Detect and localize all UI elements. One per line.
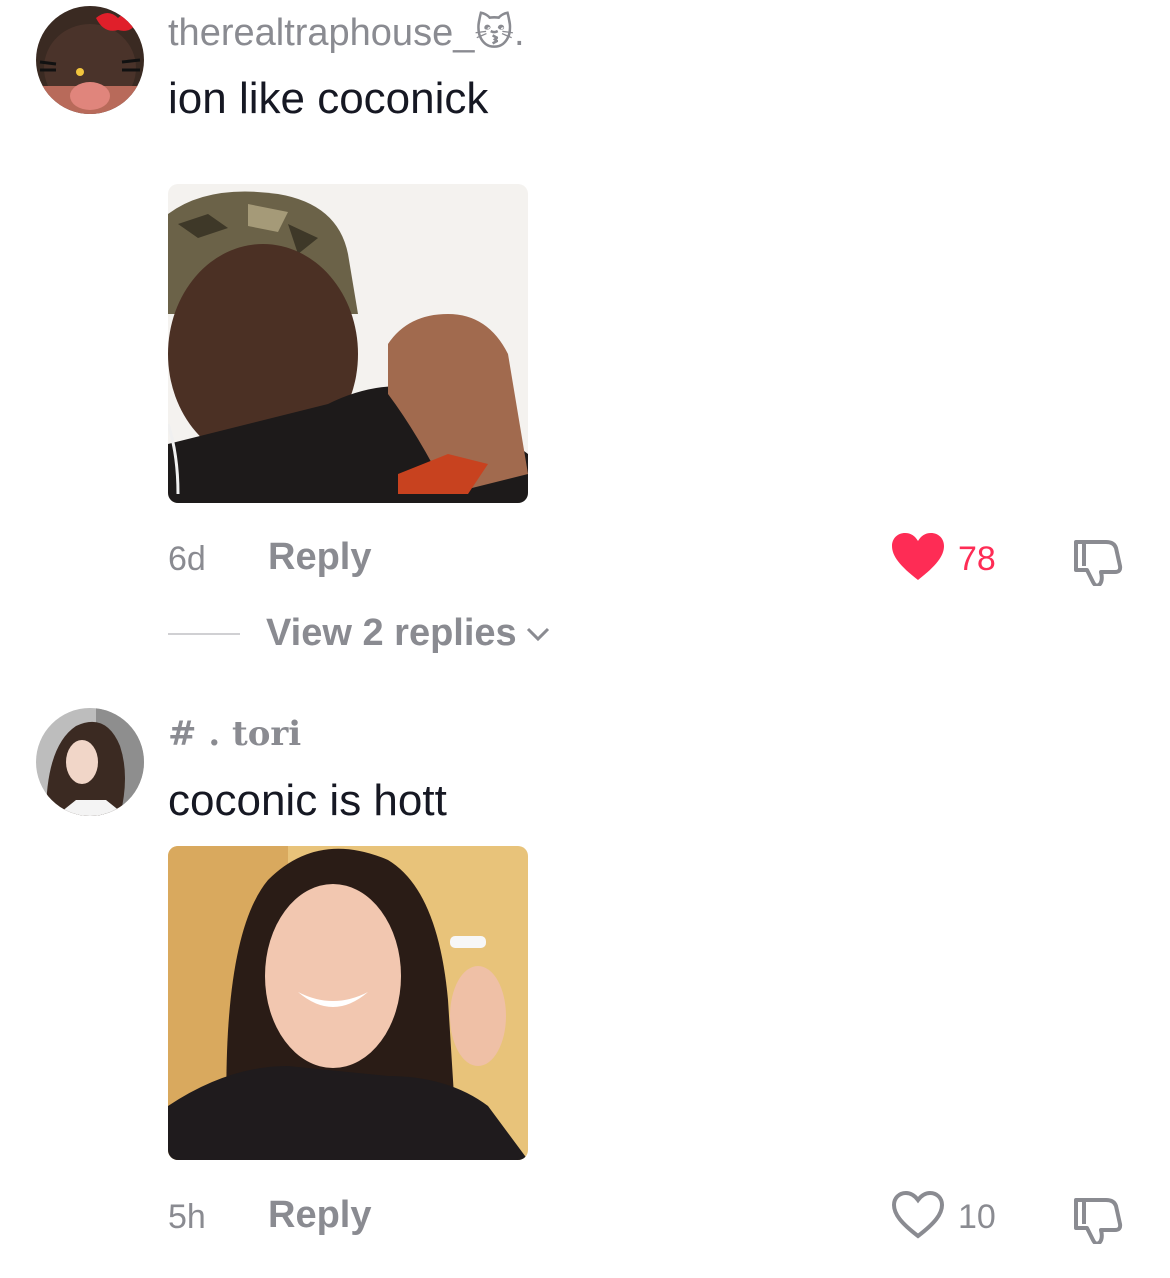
like-button[interactable]: 10 xyxy=(890,1190,996,1245)
view-replies-row: View 2 replies xyxy=(168,612,551,655)
view-replies-label: View 2 replies xyxy=(266,612,517,654)
reply-button[interactable]: Reply xyxy=(268,536,371,579)
like-count: 78 xyxy=(958,540,996,578)
like-button[interactable]: 78 xyxy=(890,532,996,587)
like-count: 10 xyxy=(958,1198,996,1236)
username[interactable]: # . tori xyxy=(168,714,301,754)
heart-outline-icon xyxy=(890,1190,946,1245)
avatar[interactable] xyxy=(36,708,144,816)
thumbs-down-icon xyxy=(1070,540,1126,590)
view-replies-button[interactable]: View 2 replies xyxy=(266,612,551,655)
heart-filled-icon xyxy=(890,532,946,587)
comment-text: coconic is hott xyxy=(168,776,447,825)
comment-text: ion like coconick xyxy=(168,74,489,123)
divider xyxy=(168,632,240,635)
reply-button[interactable]: Reply xyxy=(268,1194,371,1237)
chevron-down-icon xyxy=(526,627,549,641)
avatar[interactable] xyxy=(36,6,144,114)
dislike-button[interactable] xyxy=(1070,534,1126,591)
comment-timestamp: 6d xyxy=(168,540,206,578)
sticker-image[interactable] xyxy=(168,184,528,503)
thumbs-down-icon xyxy=(1070,1198,1126,1248)
dislike-button[interactable] xyxy=(1070,1192,1126,1249)
sticker-image[interactable] xyxy=(168,846,528,1160)
username[interactable]: therealtraphouse_😽. xyxy=(168,10,525,55)
comment-timestamp: 5h xyxy=(168,1198,206,1236)
